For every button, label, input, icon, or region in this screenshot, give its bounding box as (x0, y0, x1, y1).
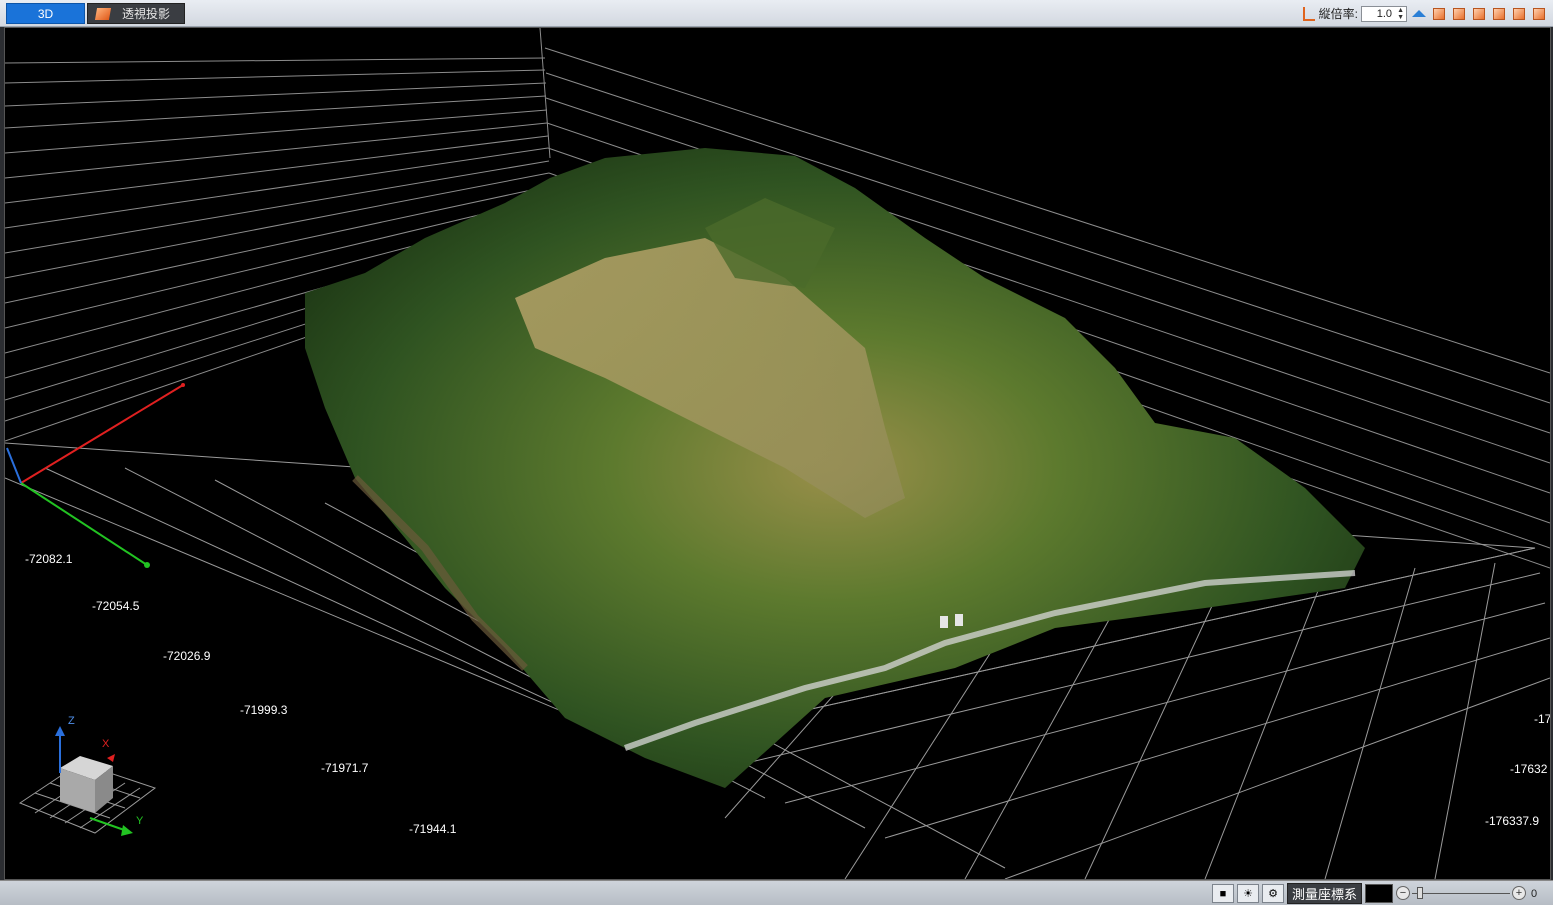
status-tools: ■ ☀ ⚙ 測量座標系 − + 0 (1212, 883, 1537, 904)
y-axis-label-3: -176337.9 (1485, 814, 1540, 828)
zoom-out-icon[interactable]: − (1396, 886, 1411, 900)
view-cube-icon-5[interactable] (1510, 5, 1527, 22)
perspective-cube-icon (94, 7, 112, 20)
nav-cube-y-label: Y (136, 815, 144, 827)
x-axis-label-4: -71999.3 (240, 703, 288, 717)
status-bar: ■ ☀ ⚙ 測量座標系 − + 0 (0, 880, 1553, 905)
tab-perspective-projection[interactable]: 透視投影 (87, 3, 185, 24)
home-view-icon[interactable] (1410, 5, 1427, 22)
exaggeration-value: 1.0 (1376, 7, 1392, 20)
zoom-track (1412, 893, 1511, 894)
axis-triad (6, 383, 185, 568)
view-cube-icon-6[interactable] (1530, 5, 1547, 22)
light-icon[interactable]: ☀ (1237, 884, 1259, 903)
viewport-scene (5, 28, 1550, 879)
3d-viewport[interactable]: -72082.1 -72054.5 -72026.9 -71999.3 -719… (4, 27, 1551, 880)
view-cube-icon-1[interactable] (1430, 5, 1447, 22)
x-axis-label-6: -71944.1 (409, 822, 457, 836)
background-color-swatch[interactable] (1365, 884, 1394, 903)
spinner-arrows-icon[interactable]: ▲ ▼ (1397, 7, 1404, 21)
view-cube-icon-2[interactable] (1450, 5, 1467, 22)
view-cube-icon-3[interactable] (1470, 5, 1487, 22)
settings-icon[interactable]: ⚙ (1262, 884, 1284, 903)
exaggeration-spinner[interactable]: 1.0 ▲ ▼ (1361, 5, 1407, 22)
view-cube-icon-4[interactable] (1490, 5, 1507, 22)
view-toolbar: 3D 透視投影 縦倍率: 1.0 ▲ ▼ (0, 0, 1553, 27)
zoom-value: 0 (1531, 887, 1538, 900)
zoom-thumb[interactable] (1416, 887, 1423, 899)
x-axis-label-2: -72054.5 (92, 599, 140, 613)
axis-scale-icon[interactable] (1300, 6, 1316, 22)
navigation-cube[interactable]: Z X Y (15, 715, 165, 843)
y-axis-label-2: -17632 (1510, 762, 1548, 776)
zoom-slider[interactable]: − + (1396, 884, 1527, 903)
vertical-exaggeration-tools: 縦倍率: 1.0 ▲ ▼ (1300, 3, 1547, 24)
camera-icon[interactable]: ■ (1212, 884, 1234, 903)
tab-perspective-label: 透視投影 (122, 7, 171, 21)
zoom-in-icon[interactable]: + (1512, 886, 1527, 900)
x-axis-label-5: -71971.7 (321, 761, 369, 775)
x-axis-label-3: -72026.9 (163, 649, 211, 663)
y-axis-label-1: -17 (1534, 712, 1551, 726)
nav-cube-x-label: X (102, 738, 110, 750)
x-axis-label-1: -72082.1 (25, 552, 73, 566)
nav-cube-z-label: Z (68, 715, 75, 727)
tab-3d[interactable]: 3D (6, 3, 85, 24)
coordinate-system-button[interactable]: 測量座標系 (1287, 883, 1363, 904)
tab-3d-label: 3D (37, 6, 54, 21)
exaggeration-label: 縦倍率: (1318, 7, 1358, 21)
